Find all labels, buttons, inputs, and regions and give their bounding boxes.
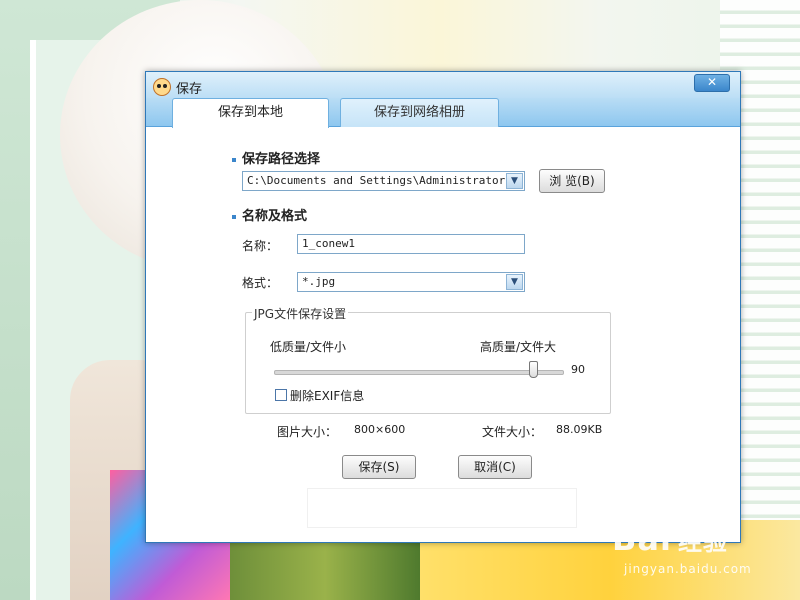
path-section-title: 保存路径选择 [232,148,320,167]
cancel-button[interactable]: 取消(C) [458,455,532,479]
tab-save-network-album[interactable]: 保存到网络相册 [340,98,499,127]
filename-input[interactable]: 1_conew1 [297,234,525,254]
path-section-label: 保存路径选择 [242,152,321,167]
app-icon [153,78,171,96]
format-select[interactable]: *.jpg ▼ [297,272,525,292]
low-quality-label: 低质量/文件小 [270,340,347,354]
watermark-url: jingyan.baidu.com [624,562,752,576]
format-label: 格式： [242,276,279,290]
save-path-value: C:\Documents and Settings\Administrator\… [247,174,505,187]
bullet-icon [232,157,236,162]
watermark-logo: Bai 经验 [612,520,792,558]
filename-value: 1_conew1 [302,237,355,250]
watermark-logo-cn: 经验 [677,528,728,556]
image-size-label: 图片大小： [277,425,338,439]
save-button[interactable]: 保存(S) [342,455,416,479]
name-format-section-label: 名称及格式 [242,209,308,224]
baidu-jingyan-watermark: Bai 经验 jingyan.baidu.com [612,520,792,590]
quality-slider-track[interactable] [274,370,564,375]
chevron-down-icon[interactable]: ▼ [506,173,523,189]
name-format-section-title: 名称及格式 [232,205,307,224]
save-path-select[interactable]: C:\Documents and Settings\Administrator\… [242,171,525,191]
format-value: *.jpg [302,275,336,288]
close-button[interactable]: ✕ [694,74,730,92]
background-flowers [230,540,420,600]
jpg-settings-legend: JPG文件保存设置 [252,305,349,322]
tab-save-local[interactable]: 保存到本地 [172,98,329,128]
high-quality-label: 高质量/文件大 [480,340,557,354]
footer-blank-area [307,488,577,528]
browse-button[interactable]: 浏 览(B) [539,169,605,193]
file-size-value: 88.09KB [556,423,603,436]
save-dialog: 保存 ✕ 保存到本地 保存到网络相册 保存路径选择 C:\Documents a… [145,71,741,543]
remove-exif-checkbox[interactable] [275,389,287,401]
file-size-label: 文件大小： [482,425,543,439]
titlebar[interactable]: 保存 ✕ [146,72,740,100]
image-size-value: 800×600 [354,423,406,436]
quality-value: 90 [571,363,585,376]
dialog-title: 保存 [176,82,203,97]
bullet-icon [232,214,236,219]
remove-exif-label[interactable]: 删除EXIF信息 [290,387,364,404]
jpg-settings-group: JPG文件保存设置 低质量/文件小 高质量/文件大 90 删除EXIF信息 [245,305,611,414]
quality-slider-thumb[interactable] [529,361,539,378]
watermark-logo-text: Bai [612,520,672,558]
tab-bar: 保存到本地 保存到网络相册 [146,98,740,128]
chevron-down-icon[interactable]: ▼ [506,274,523,290]
name-label: 名称： [242,239,279,253]
